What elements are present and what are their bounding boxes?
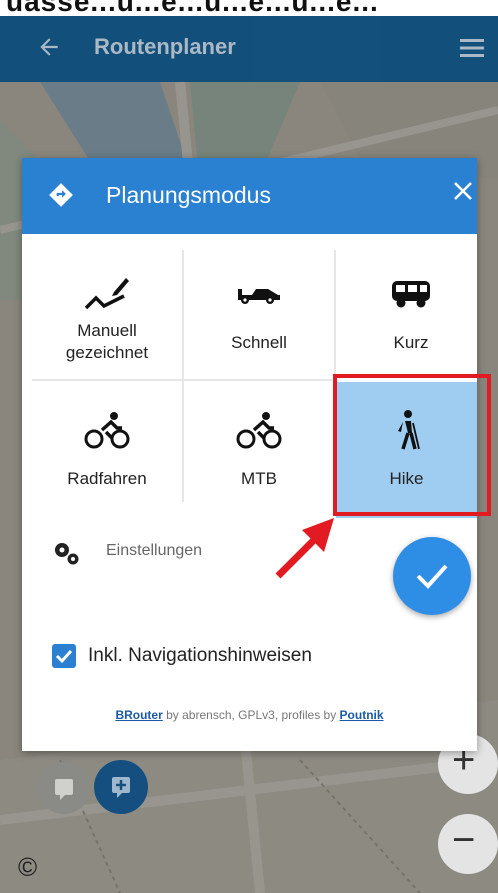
dialog-header: Planungsmodus [22, 158, 477, 234]
mode-label: Schnell [231, 333, 287, 352]
credits-text: by abrensch, GPLv3, profiles by [162, 708, 340, 722]
check-icon [416, 564, 448, 589]
note-icon [55, 779, 73, 800]
highlight-frame [333, 374, 491, 516]
page-title: Routenplaner [94, 34, 236, 59]
cropped-caption: uasse...u...e...u...e...u...e... [0, 0, 498, 16]
add-marker-icon [112, 777, 130, 798]
credits-line: BRouter by abrensch, GPLv3, profiles by … [22, 708, 477, 722]
gears-icon [55, 543, 79, 565]
race-car-icon [184, 270, 334, 318]
dialog-title: Planungsmodus [106, 182, 271, 208]
pointer-arrow-icon [275, 518, 334, 579]
zoom-out-button[interactable]: − [438, 814, 498, 874]
brouter-link[interactable]: BRouter [115, 708, 162, 722]
checkbox-checked[interactable] [52, 644, 76, 668]
freehand-line-icon [32, 270, 182, 318]
van-icon [336, 270, 486, 318]
confirm-button[interactable] [393, 537, 471, 615]
mode-manual[interactable]: Manuell gezeichnet [32, 246, 182, 382]
mode-cycling[interactable]: Radfahren [32, 382, 182, 518]
settings-label: Einstellungen [106, 542, 203, 559]
mode-fast[interactable]: Schnell [184, 246, 334, 382]
add-note-button[interactable] [38, 762, 90, 814]
arrow-left-icon[interactable] [36, 34, 62, 60]
mode-label: Kurz [393, 333, 429, 352]
app-bar: Routenplaner [0, 16, 498, 82]
checkbox-label: Inkl. Navigationshinweisen [88, 645, 312, 666]
mode-label: Manuell gezeichnet [65, 321, 149, 362]
hamburger-menu-icon[interactable] [460, 38, 484, 58]
mode-label: Radfahren [67, 469, 147, 488]
mode-short[interactable]: Kurz [336, 246, 486, 382]
directions-icon [49, 183, 73, 207]
copyright-icon[interactable]: © [18, 852, 37, 883]
mountain-biker-icon [184, 406, 334, 454]
mode-label: MTB [241, 469, 277, 488]
add-poi-button[interactable] [94, 760, 148, 814]
poutnik-link[interactable]: Poutnik [340, 708, 384, 722]
zoom-out-label: − [452, 818, 476, 862]
checkmark-icon [55, 649, 73, 664]
close-icon[interactable] [452, 180, 474, 202]
mode-mtb[interactable]: MTB [184, 382, 334, 518]
cyclist-icon [32, 406, 182, 454]
